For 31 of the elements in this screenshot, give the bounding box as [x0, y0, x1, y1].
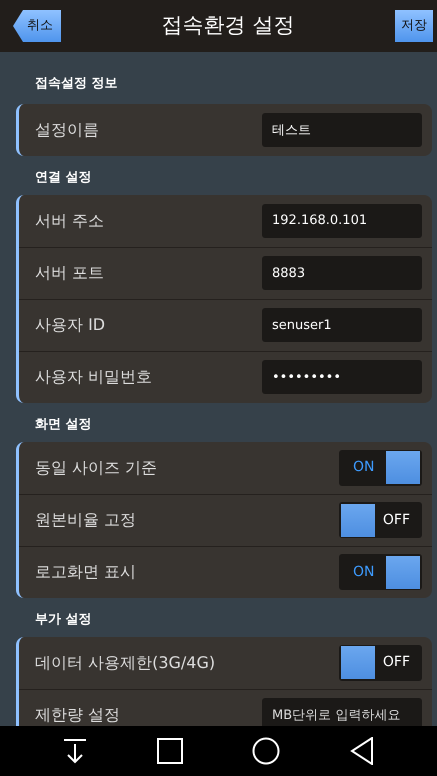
input-field[interactable]: 8883 — [262, 256, 422, 290]
input-field[interactable]: MB단위로 입력하세요 — [262, 698, 422, 726]
save-button[interactable]: 저장 — [395, 10, 433, 42]
setting-label: 로고화면 표시 — [35, 561, 136, 583]
cancel-button[interactable]: 취소 — [13, 10, 61, 42]
section-title: 화면 설정 — [34, 416, 93, 434]
section-title: 접속설정 정보 — [34, 75, 119, 93]
input-field[interactable]: 192.168.0.101 — [262, 204, 422, 238]
toggle-switch[interactable]: ON — [339, 450, 422, 486]
toggle-switch[interactable]: OFF — [339, 502, 422, 538]
password-field[interactable]: ••••••••• — [262, 360, 422, 394]
input-field[interactable]: 테스트 — [262, 112, 422, 146]
toggle-switch[interactable]: ON — [339, 554, 422, 590]
setting-label: 원본비율 고정 — [35, 509, 136, 531]
toggle-switch[interactable]: OFF — [339, 644, 422, 680]
setting-label: 서버 포트 — [35, 262, 104, 284]
setting-label: 동일 사이즈 기준 — [35, 456, 158, 478]
setting-label: 제한량 설정 — [35, 704, 120, 726]
setting-label: 서버 주소 — [35, 210, 104, 232]
back-icon[interactable] — [350, 737, 374, 765]
download-icon[interactable] — [62, 738, 87, 764]
section-title: 부가 설정 — [34, 610, 93, 628]
screen-title: 접속환경 설정 — [162, 12, 294, 40]
setting-label: 사용자 ID — [35, 314, 106, 336]
section-title: 연결 설정 — [34, 168, 93, 186]
setting-label: 데이터 사용제한(3G/4G) — [35, 652, 216, 674]
input-field[interactable]: senuser1 — [262, 308, 422, 342]
home-icon[interactable] — [252, 737, 280, 765]
setting-label: 사용자 비밀번호 — [35, 366, 152, 388]
recent-apps-icon[interactable] — [156, 738, 183, 764]
setting-label: 설정이름 — [35, 118, 99, 140]
